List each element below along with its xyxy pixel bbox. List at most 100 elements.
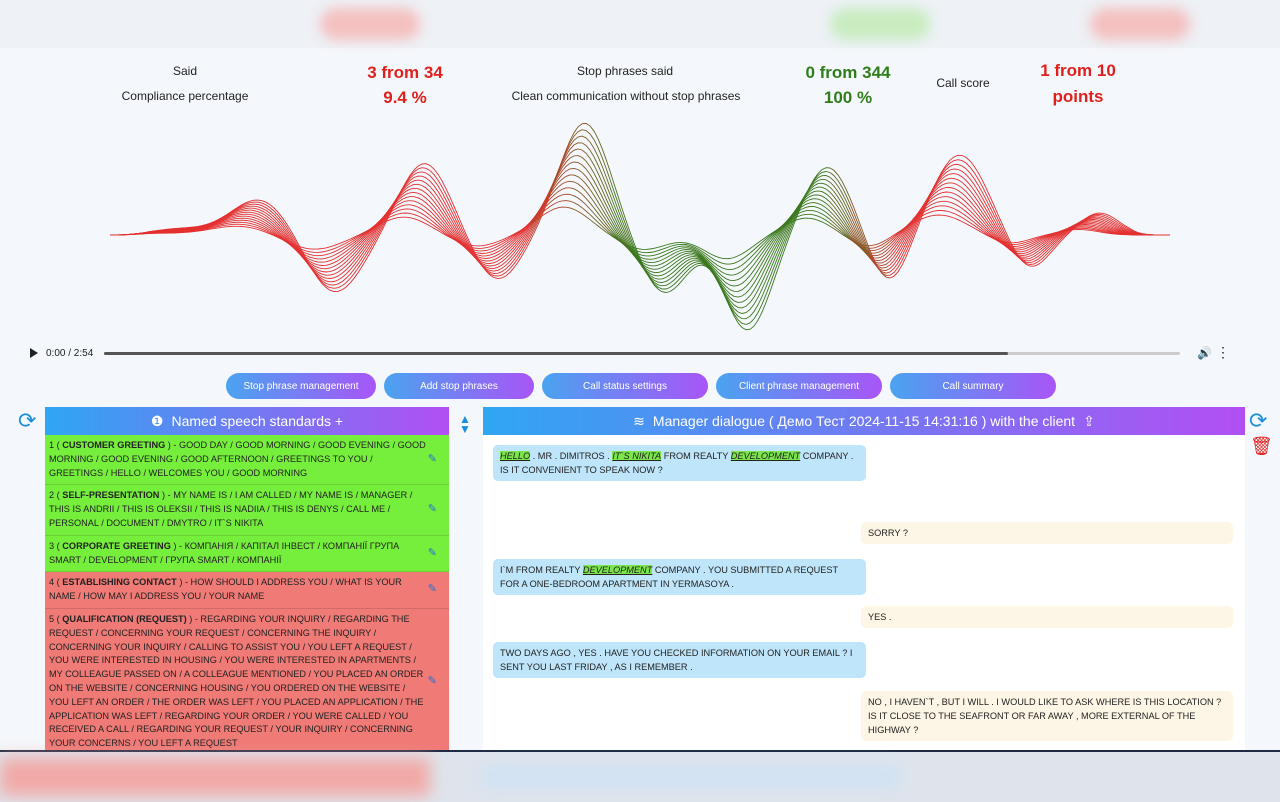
waveform-line xyxy=(510,241,530,272)
client-message: NO , I HAVEN`T , BUT I WILL . I WOULD LI… xyxy=(861,691,1233,741)
standard-number: 3 ( xyxy=(49,541,62,551)
client-message: SORRY ? xyxy=(861,522,1233,544)
waveform-line xyxy=(230,224,250,225)
pencil-icon[interactable]: ✎ xyxy=(428,547,437,561)
waveform-line xyxy=(650,267,670,273)
waveform-line xyxy=(950,183,970,196)
waveform-line xyxy=(950,188,970,202)
waveform-line xyxy=(930,201,950,205)
speech-standards-header[interactable]: ❶ Named speech standards + xyxy=(45,407,449,435)
call-stats: Said Compliance percentage 3 from 34 9.4… xyxy=(0,56,1280,116)
dialogue-title: Manager dialogue ( Демо Тест 2024-11-15 … xyxy=(653,413,1075,429)
highlighted-phrase: IT`S NIKITA xyxy=(612,451,661,461)
compliance-label: Compliance percentage xyxy=(100,89,270,103)
speech-waveform xyxy=(110,118,1170,333)
stop-phrases-label: Stop phrases said xyxy=(540,64,710,78)
waveform-line xyxy=(810,218,830,226)
waveform-line xyxy=(930,215,950,217)
waveform-line xyxy=(610,213,630,250)
upload-icon[interactable]: ⇪ xyxy=(1083,413,1095,430)
waveform-line xyxy=(230,222,250,223)
waveform-line xyxy=(330,270,350,282)
waveform-line xyxy=(430,165,450,197)
audio-progress-track[interactable] xyxy=(104,352,1180,355)
add-stop-phrases-button[interactable]: Add stop phrases xyxy=(384,373,534,399)
waveform-line xyxy=(370,209,390,242)
waveform-line xyxy=(550,201,570,207)
waveform-line xyxy=(110,234,130,235)
waveform-line xyxy=(730,308,750,330)
waveform-line xyxy=(950,165,970,174)
volume-icon[interactable]: 🔊 xyxy=(1197,346,1212,360)
waveform-line xyxy=(430,176,450,208)
action-buttons: Stop phrase management Add stop phrases … xyxy=(0,373,1280,399)
waveform-line xyxy=(970,167,990,202)
standard-number: 4 ( xyxy=(49,577,62,587)
sound-icon: ❶ xyxy=(151,413,164,430)
waveform-line xyxy=(230,226,250,227)
waveform-line xyxy=(950,160,970,167)
trash-icon[interactable]: 🗑 xyxy=(1250,436,1273,457)
refresh-icon[interactable]: ⟳ xyxy=(1249,408,1267,434)
waveform-line xyxy=(230,220,250,221)
message-text: NO , I HAVEN`T , BUT I WILL . I WOULD LI… xyxy=(868,697,1221,735)
more-icon[interactable]: ⋮ xyxy=(1216,344,1230,361)
waveform-line xyxy=(670,268,690,287)
waveform-line xyxy=(310,250,330,252)
waveform-line xyxy=(650,244,670,249)
waveform-line xyxy=(950,217,970,226)
waveform-line xyxy=(410,218,430,226)
waveform-line xyxy=(470,244,490,246)
waveform-line xyxy=(750,271,770,310)
waveform-line xyxy=(330,274,350,285)
waveform-line xyxy=(750,292,770,330)
waveform-line xyxy=(1030,246,1050,261)
call-score-label: Call score xyxy=(920,76,1006,90)
standard-phrases: ) - REGARDING YOUR INQUIRY / REGARDING T… xyxy=(49,614,423,748)
waveform-line xyxy=(330,266,350,279)
compliance-value: 9.4 % xyxy=(340,88,470,108)
waveform-line xyxy=(290,232,310,266)
waveform-line xyxy=(310,260,330,263)
waveform-line xyxy=(370,208,390,237)
manager-message: TWO DAYS AGO , YES . HAVE YOU CHECKED IN… xyxy=(493,642,866,678)
call-summary-button[interactable]: Call summary xyxy=(890,373,1056,399)
waveform-line xyxy=(550,141,570,195)
waveform-line xyxy=(590,126,610,171)
pencil-icon[interactable]: ✎ xyxy=(428,453,437,467)
sort-arrows-icon[interactable]: ▲▼ xyxy=(456,414,474,436)
standard-item: 3 ( CORPORATE GREETING ) - КОМПАНІЯ / КА… xyxy=(45,536,449,573)
waveform-line xyxy=(670,250,690,256)
stop-phrase-management-button[interactable]: Stop phrase management xyxy=(226,373,376,399)
play-icon[interactable] xyxy=(30,348,38,358)
pencil-icon[interactable]: ✎ xyxy=(428,503,437,517)
standard-number: 5 ( xyxy=(49,614,62,624)
highlighted-phrase: DEVELOPMENT xyxy=(583,565,652,575)
audio-player[interactable]: 0:00 / 2:54 🔊 ⋮ xyxy=(20,340,1240,366)
call-score-value: 1 from 10 xyxy=(1020,61,1136,81)
pencil-icon[interactable]: ✎ xyxy=(428,675,437,689)
waveform-line xyxy=(710,270,730,308)
dialogue-header: ≋ Manager dialogue ( Демо Тест 2024-11-1… xyxy=(483,407,1245,435)
waveform-line xyxy=(730,282,750,291)
waveform-line xyxy=(410,180,430,186)
waveform-line xyxy=(390,213,410,217)
speech-standards-panel: ❶ Named speech standards + 1 ( CUSTOMER … xyxy=(45,407,449,750)
standard-item: 5 ( QUALIFICATION (REQUEST) ) - REGARDIN… xyxy=(45,609,449,750)
blurred-element xyxy=(480,766,900,788)
bottom-bar xyxy=(0,750,1280,802)
said-label: Said xyxy=(150,64,220,78)
client-phrase-management-button[interactable]: Client phrase management xyxy=(716,373,882,399)
waveform-line xyxy=(590,142,610,187)
waveform-line xyxy=(810,191,830,197)
standard-name: SELF-PRESENTATION xyxy=(62,490,159,500)
waveform-line xyxy=(330,283,350,291)
standard-item: 1 ( CUSTOMER GREETING ) - GOOD DAY / GOO… xyxy=(45,435,449,485)
waveform-line xyxy=(730,249,750,259)
call-status-settings-button[interactable]: Call status settings xyxy=(542,373,708,399)
refresh-icon[interactable]: ⟳ xyxy=(18,408,36,434)
standard-item: 4 ( ESTABLISHING CONTACT ) - HOW SHOULD … xyxy=(45,572,449,609)
pencil-icon[interactable]: ✎ xyxy=(428,583,437,597)
top-bar xyxy=(0,0,1280,48)
message-text: . MR . DIMITROS . xyxy=(530,451,612,461)
